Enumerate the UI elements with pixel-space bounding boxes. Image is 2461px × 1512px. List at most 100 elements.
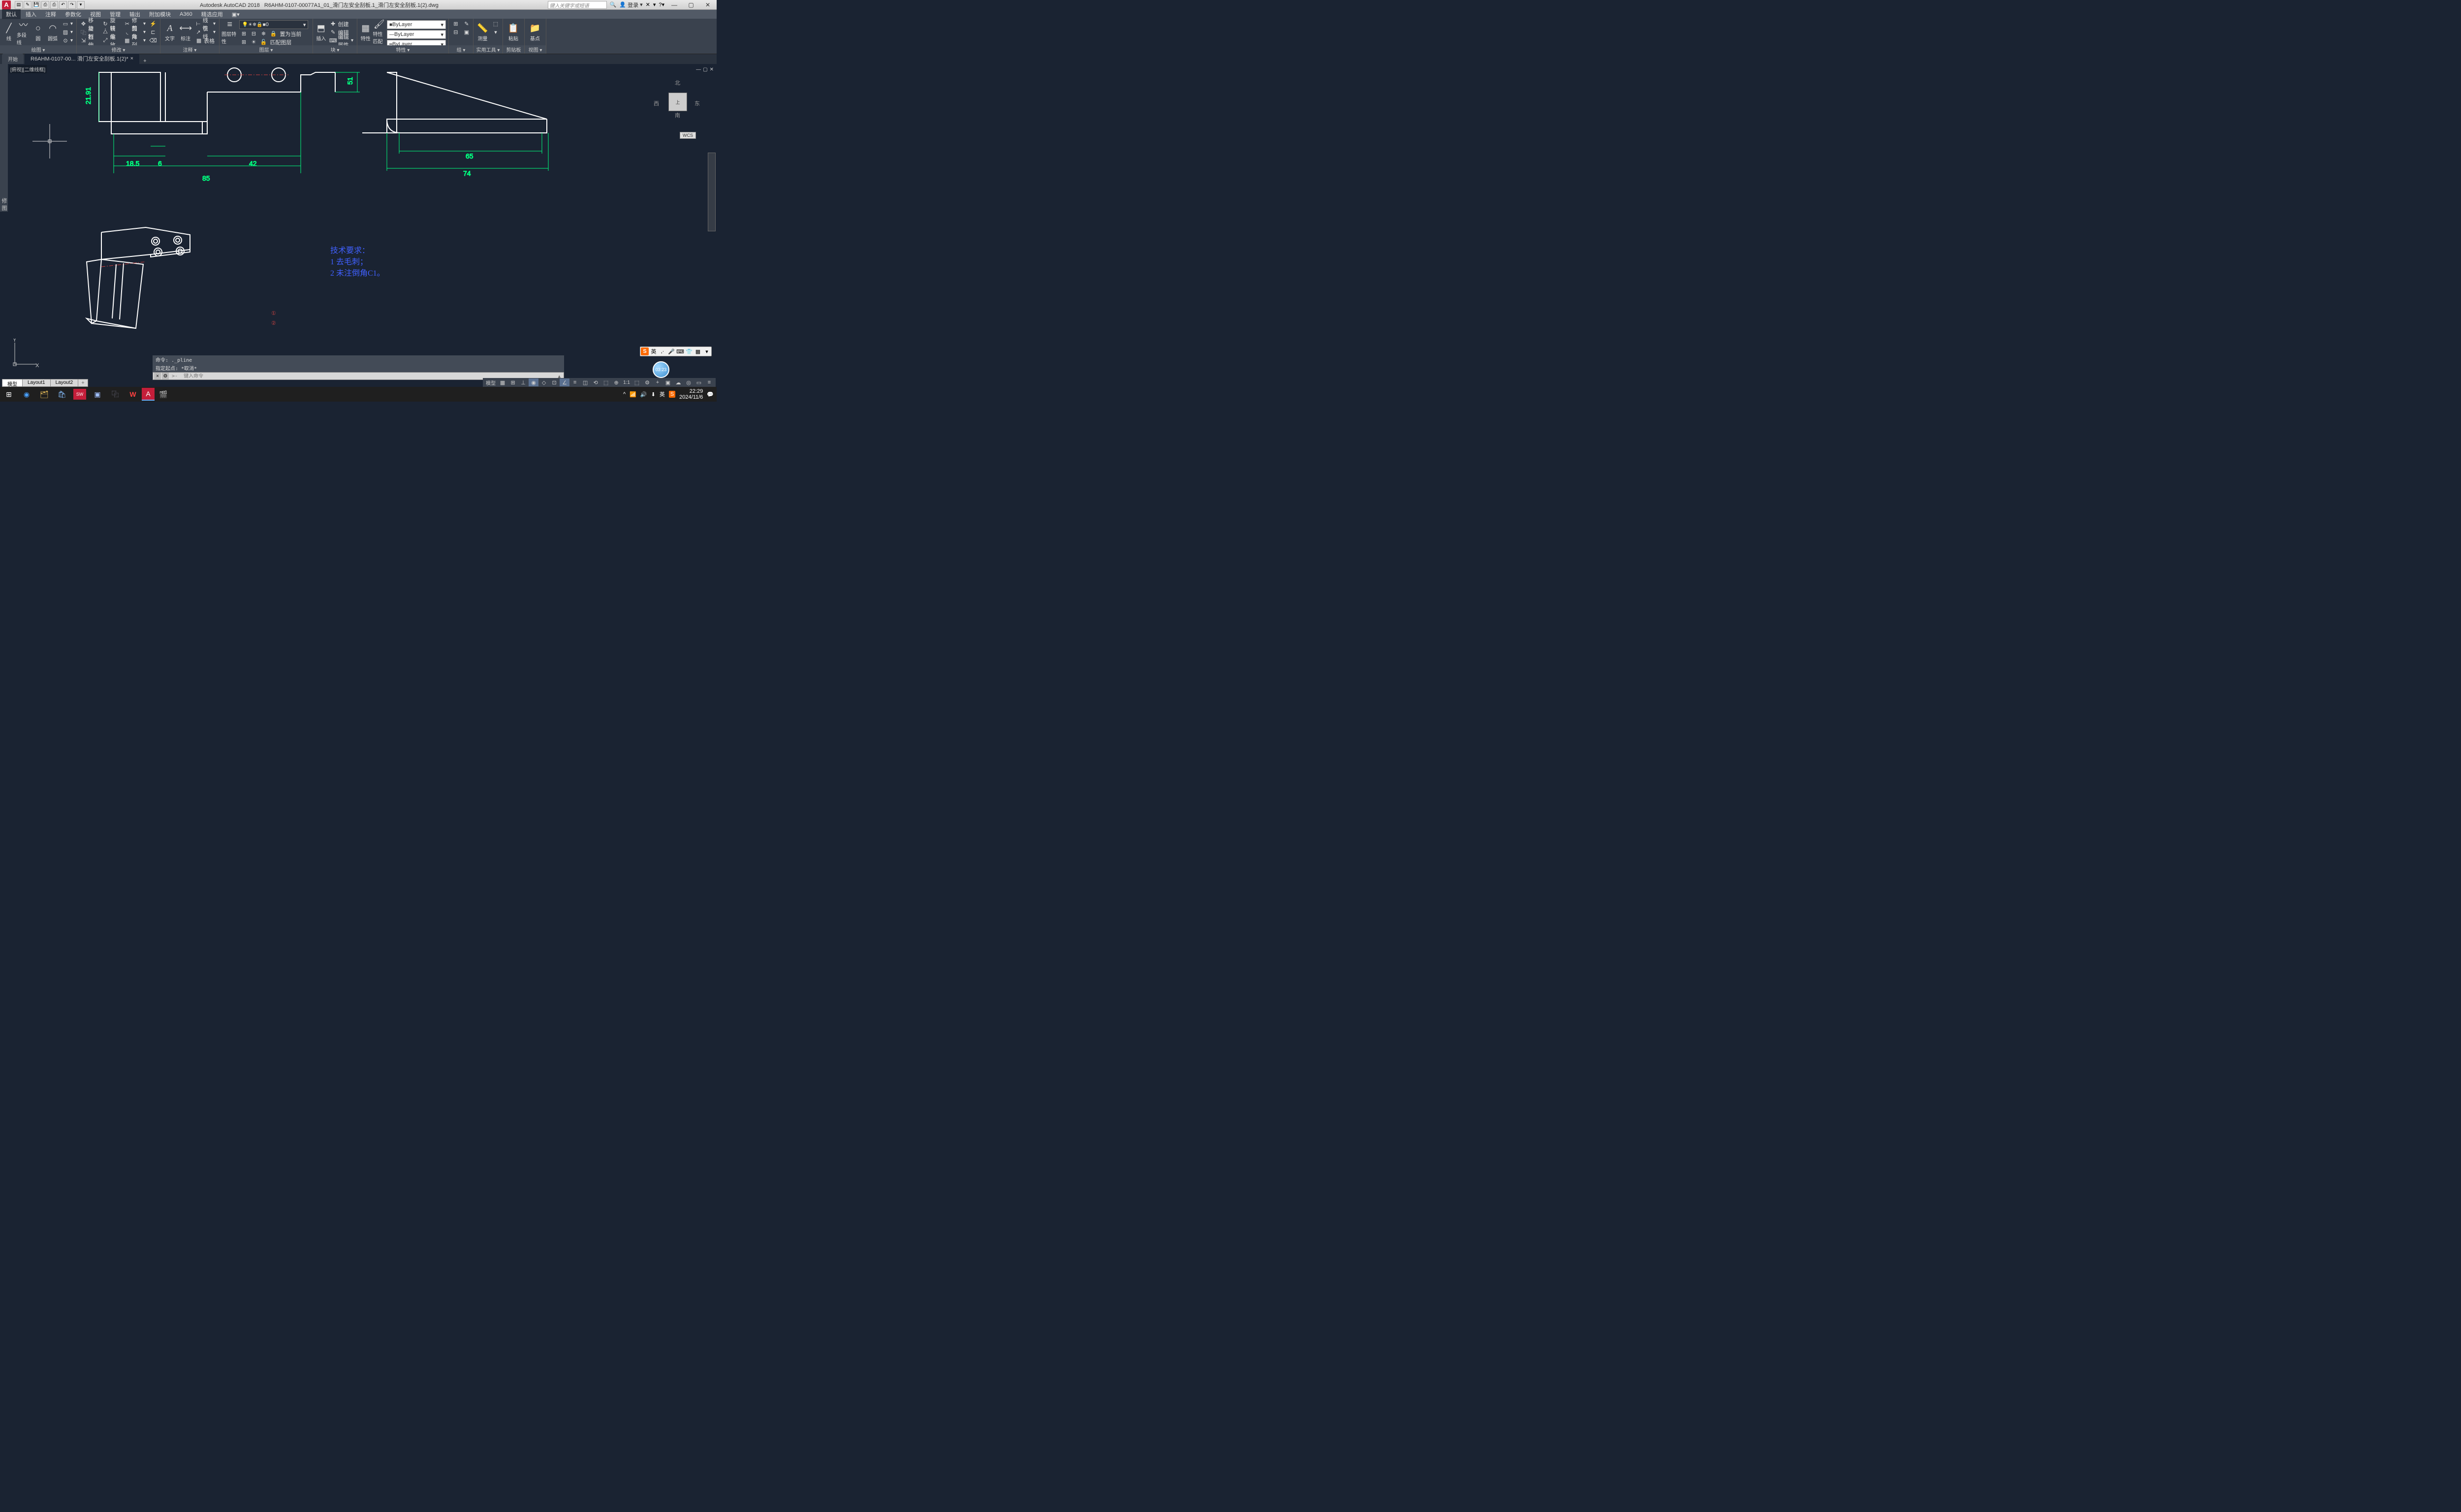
layout-tab-1[interactable]: Layout1	[22, 379, 51, 387]
tab-add-icon[interactable]: +	[140, 58, 149, 64]
help-icon[interactable]: ?▾	[659, 1, 664, 8]
tab-start[interactable]: 开始	[2, 54, 24, 64]
group-bbox-button[interactable]: ▣	[462, 28, 472, 36]
dyninput-icon[interactable]: ⊕	[611, 378, 621, 386]
panel-modify-label[interactable]: 修改 ▾	[77, 45, 160, 54]
window-minimize-icon[interactable]: —	[667, 1, 681, 9]
taskbar-app-icon[interactable]: ▣	[89, 387, 106, 402]
ungroup-button[interactable]: ⊟	[451, 28, 461, 36]
paste-button[interactable]: 📋粘贴	[505, 20, 522, 44]
start-button[interactable]: ⊞	[0, 387, 18, 402]
basepoint-button[interactable]: 📁基点	[527, 20, 543, 44]
color-dropdown[interactable]: ■ ByLayer ▾	[387, 20, 446, 29]
a360-icon[interactable]: ▾	[653, 1, 656, 8]
ime-toolbar[interactable]: S 英 ,· 🎤 ⌨ 👕 ▦ ▾	[640, 346, 712, 356]
polar-toggle-icon[interactable]: ◉	[529, 378, 538, 386]
window-maximize-icon[interactable]: ▢	[684, 1, 698, 9]
layer-dropdown[interactable]: 💡☀❄🔒■ 0 ▾	[239, 20, 308, 29]
layerprop-button[interactable]: ≡图层特性	[221, 20, 238, 44]
search-icon[interactable]: 🔍	[610, 1, 617, 8]
cycling-icon[interactable]: ⟲	[591, 378, 600, 386]
qat-open-icon[interactable]: ✎	[24, 1, 32, 9]
tab-expand-icon[interactable]: ▣▾	[228, 10, 244, 19]
help-search-input[interactable]: 键入关键字或短语	[548, 1, 607, 9]
taskbar-store-icon[interactable]: 🛍	[53, 387, 71, 402]
panel-view-label[interactable]: 视图 ▾	[525, 45, 546, 54]
ws-switch-icon[interactable]: +	[653, 378, 663, 386]
navigation-bar[interactable]	[708, 153, 716, 231]
iso-toggle-icon[interactable]: ◇	[539, 378, 549, 386]
tab-parametric[interactable]: 参数化	[61, 9, 85, 19]
view-cube[interactable]: 北 南 东 西 上 WCS	[653, 79, 702, 128]
tray-usb-icon[interactable]: ⬇	[651, 391, 656, 398]
text-button[interactable]: A文字	[162, 20, 177, 44]
3dosnap-icon[interactable]: ⬚	[601, 378, 611, 386]
circle-button[interactable]: ○圆	[31, 20, 45, 44]
group-button[interactable]: ⊞	[451, 20, 461, 28]
ime-keyboard-icon[interactable]: ⌨	[676, 347, 684, 355]
window-close-icon[interactable]: ✕	[701, 1, 715, 9]
tab-featured[interactable]: 精选应用	[197, 9, 227, 19]
linetype-dropdown[interactable]: — ByLayer ▾	[387, 30, 446, 39]
taskbar-explorer-icon[interactable]: 🗂	[35, 387, 53, 402]
viewcube-top-face[interactable]: 上	[668, 93, 687, 111]
qat-print-icon[interactable]: ⎙	[50, 1, 58, 9]
cmd-close-icon[interactable]: ×	[154, 373, 161, 379]
taskbar-media-icon[interactable]: 🎬	[155, 387, 172, 402]
tab-annotate[interactable]: 注释	[41, 9, 60, 19]
exchange-icon[interactable]: ✕	[646, 1, 650, 8]
create-block-button[interactable]: ✚创建	[328, 20, 355, 28]
login-button[interactable]: 👤 登录 ▾	[619, 1, 642, 9]
panel-annotate-label[interactable]: 注释 ▾	[160, 45, 219, 54]
table-button[interactable]: ▦表格	[194, 36, 217, 45]
viewcube-north[interactable]: 北	[675, 79, 680, 87]
floating-chat-bubble[interactable]: 03:23	[653, 361, 669, 378]
gear-icon[interactable]: ⚙	[642, 378, 652, 386]
group-edit-button[interactable]: ✎	[462, 20, 472, 28]
measure-button[interactable]: 📏测量	[475, 20, 490, 44]
offset-button[interactable]: ⊏	[148, 28, 158, 36]
layer-freeze-button[interactable]: ❄	[258, 30, 268, 38]
layer-lock-button[interactable]: 🔒	[268, 30, 278, 38]
scale-button[interactable]: ⤢缩放	[100, 36, 121, 45]
taskbar-autocad-icon[interactable]: A	[142, 388, 155, 401]
left-tool-item[interactable]: 修	[0, 197, 8, 204]
ime-skin-icon[interactable]: 👕	[685, 347, 693, 355]
status-scale[interactable]: 1:1	[622, 380, 631, 385]
viewcube-west[interactable]: 西	[654, 99, 659, 107]
props-button[interactable]: ▦特性	[359, 20, 372, 44]
wcs-label[interactable]: WCS	[680, 132, 696, 139]
left-tool-item[interactable]: 图	[0, 204, 8, 212]
array-button[interactable]: ▦阵列▾	[123, 36, 147, 45]
tray-sogou-icon[interactable]: S	[669, 391, 675, 398]
ortho-toggle-icon[interactable]: ⊥	[518, 378, 528, 386]
explode-button[interactable]: ⚡	[148, 20, 158, 28]
layer-off-button[interactable]: ⊟	[249, 30, 258, 38]
tab-a360[interactable]: A360	[176, 10, 196, 18]
layout-tab-2[interactable]: Layout2	[50, 379, 79, 387]
edit-attr-button[interactable]: ⌨编辑属性▾	[328, 36, 355, 45]
isolate-icon[interactable]: ◎	[684, 378, 694, 386]
polyline-button[interactable]: 〰多段线	[17, 20, 31, 44]
drawing-canvas[interactable]: 21.91 85 18.5 6 42 51	[8, 64, 717, 371]
taskbar-solidworks-icon[interactable]: SW	[73, 389, 86, 400]
ime-lang[interactable]: 英	[650, 347, 658, 355]
sogou-logo-icon[interactable]: S	[641, 347, 649, 355]
tray-ime[interactable]: 英	[660, 390, 665, 398]
customize-icon[interactable]: ≡	[704, 378, 714, 386]
lwt-toggle-icon[interactable]: ≡	[570, 378, 580, 386]
transparency-icon[interactable]: ◫	[580, 378, 590, 386]
calc-button[interactable]: ▾	[491, 28, 501, 36]
arc-button[interactable]: ◠圆弧	[46, 20, 60, 44]
taskbar-app2-icon[interactable]: ⿻	[106, 387, 124, 402]
ime-punct[interactable]: ,·	[659, 347, 666, 355]
tray-clock[interactable]: 22:29 2024/11/6	[679, 388, 703, 400]
layout-tab-model[interactable]: 模型	[2, 379, 23, 387]
erase-button[interactable]: ⌫	[148, 36, 158, 45]
ime-tool-icon[interactable]: ▦	[694, 347, 702, 355]
snap-toggle-icon[interactable]: ⊞	[508, 378, 518, 386]
insert-block-button[interactable]: ⬒插入	[315, 20, 327, 44]
line-button[interactable]: ╱线	[2, 20, 16, 44]
layout-add-icon[interactable]: +	[78, 379, 88, 387]
ime-voice-icon[interactable]: 🎤	[667, 347, 675, 355]
